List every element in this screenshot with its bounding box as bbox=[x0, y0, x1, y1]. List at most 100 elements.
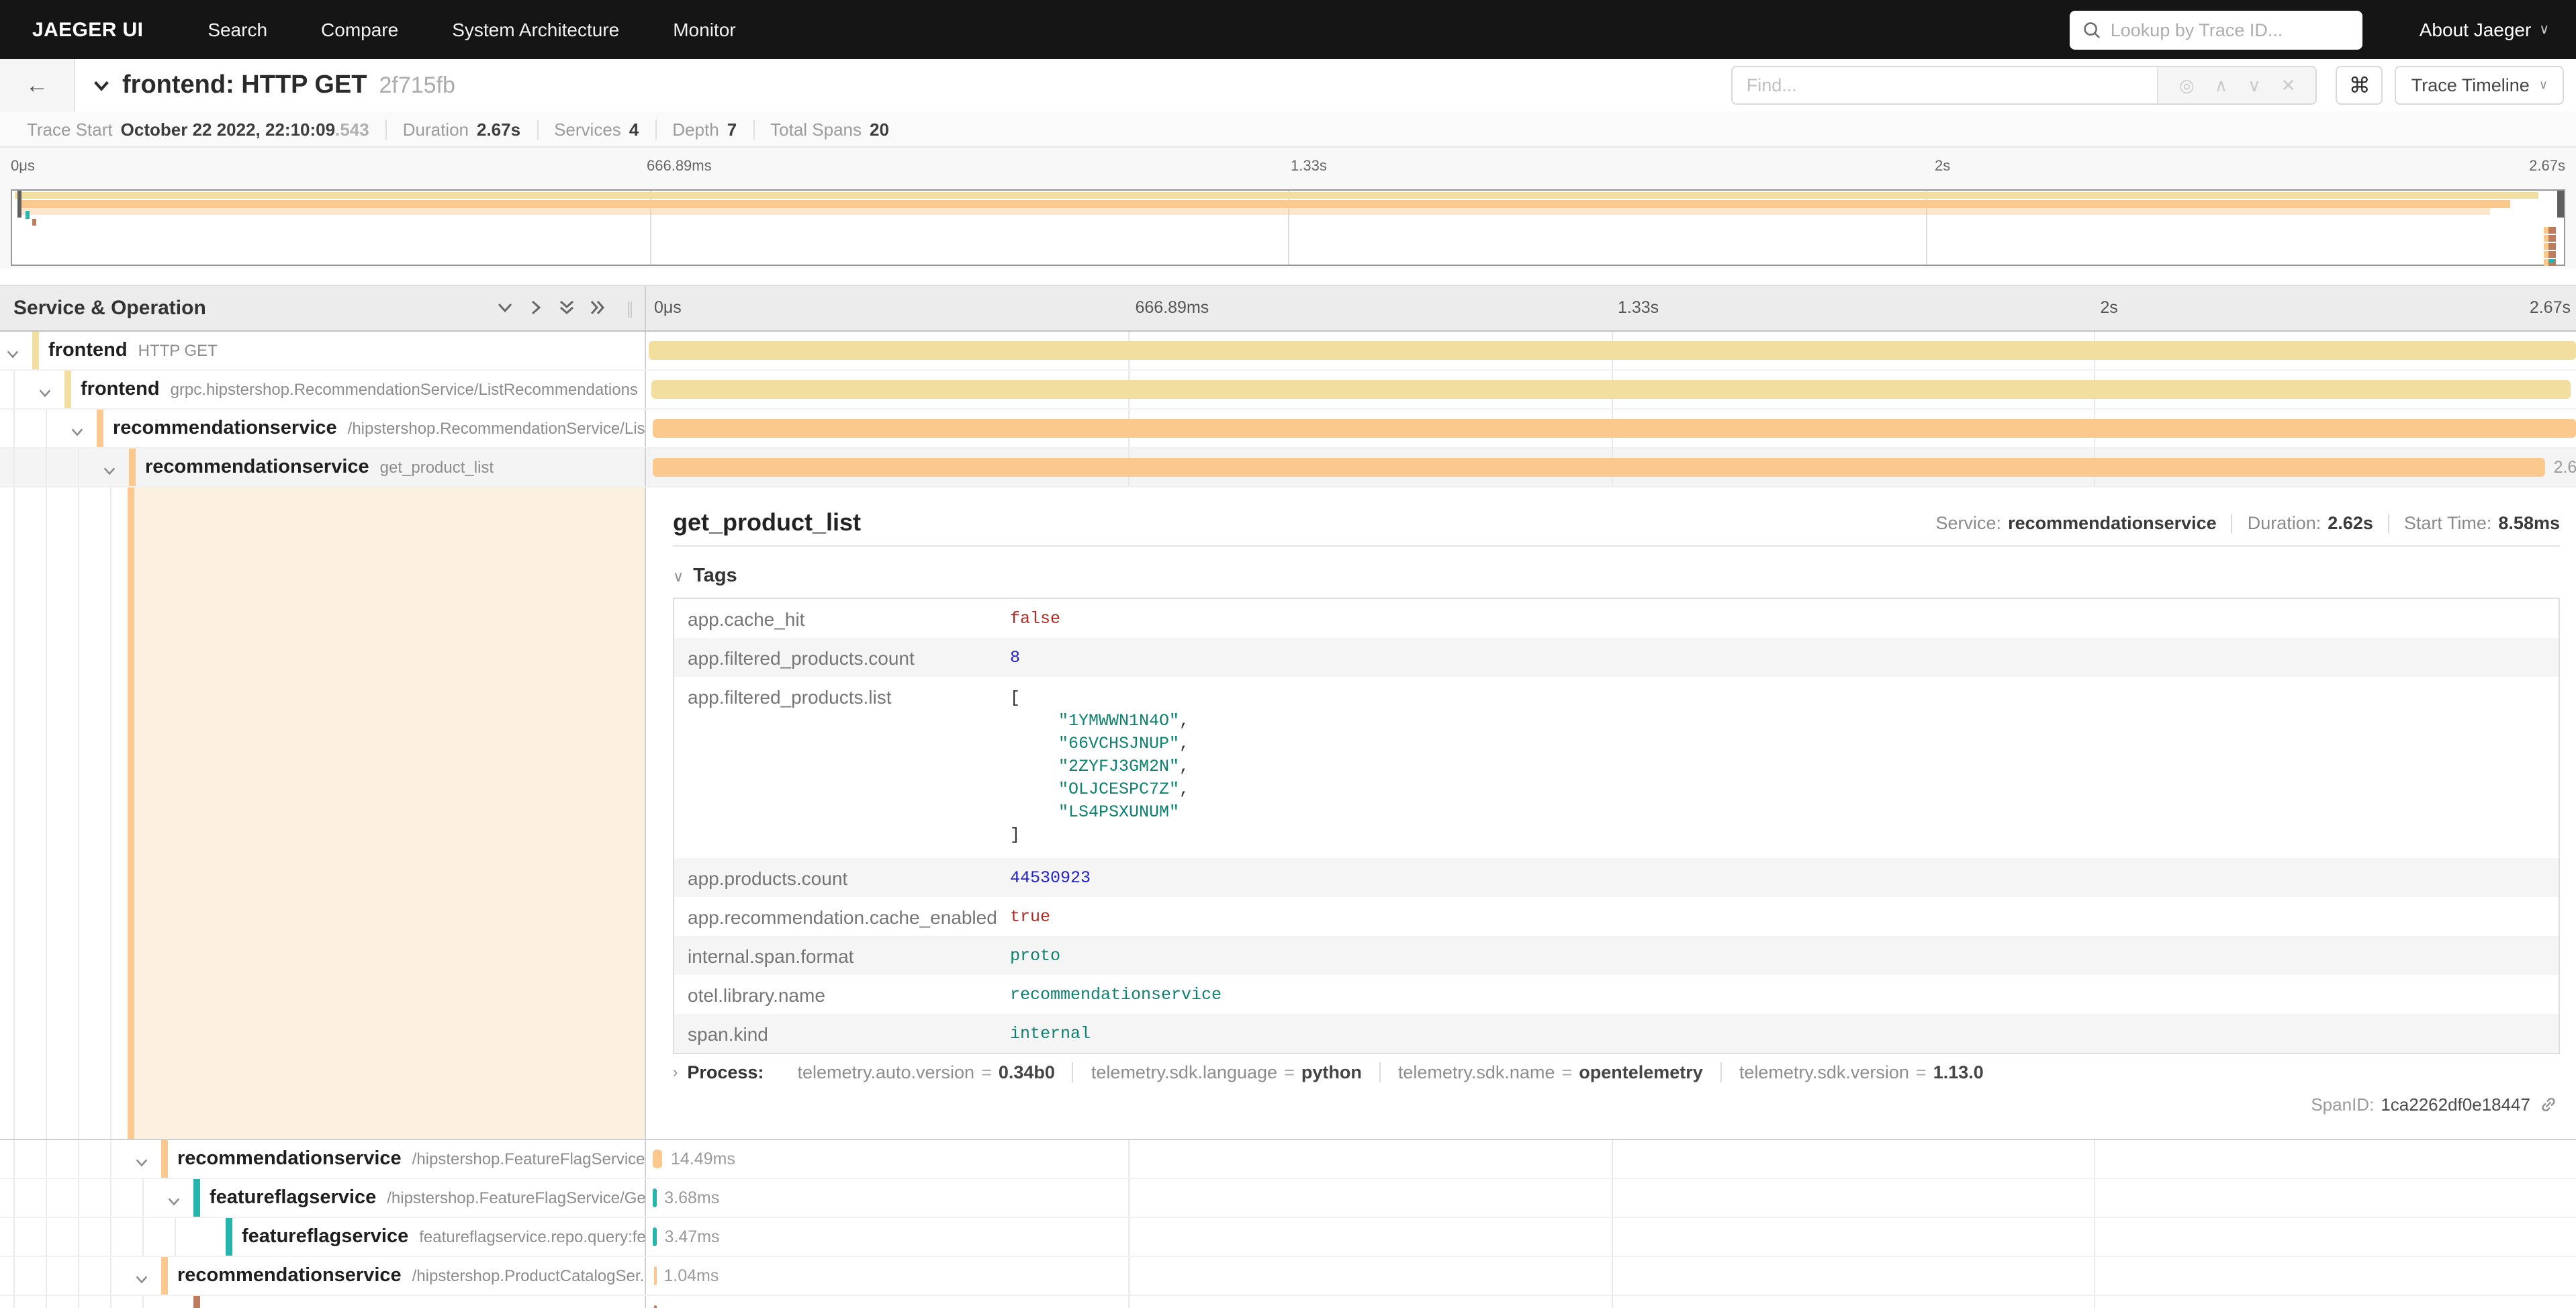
minimap-span-mark bbox=[26, 211, 30, 219]
command-icon: ⌘ bbox=[2349, 72, 2371, 99]
process-tag[interactable]: telemetry.sdk.version=1.13.0 bbox=[1722, 1062, 2001, 1082]
span-duration-bar[interactable] bbox=[652, 380, 2571, 399]
tag-row[interactable]: app.filtered_products.count8 bbox=[674, 638, 2559, 677]
span-row[interactable] bbox=[0, 1296, 2576, 1308]
collapse-deep-icon[interactable] bbox=[557, 298, 576, 317]
timeline-gridline bbox=[2094, 1140, 2095, 1178]
chevron-up-icon[interactable]: ∧ bbox=[2215, 75, 2227, 96]
span-name[interactable]: frontendHTTP GET bbox=[48, 332, 218, 369]
nav-item-compare[interactable]: Compare bbox=[321, 19, 398, 40]
nav-item-search[interactable]: Search bbox=[208, 19, 267, 40]
span-row[interactable]: recommendationservice/hipstershop.Produc… bbox=[0, 1257, 2576, 1296]
chevron-down-icon: ∨ bbox=[673, 569, 684, 586]
span-duration-bar[interactable] bbox=[652, 419, 2576, 438]
timeline-gridline bbox=[1129, 1140, 1130, 1178]
link-icon[interactable] bbox=[2540, 1096, 2557, 1113]
collapse-all-icon[interactable] bbox=[496, 298, 514, 317]
nav-item-system-architecture[interactable]: System Architecture bbox=[452, 19, 619, 40]
span-duration-bar[interactable] bbox=[653, 1227, 657, 1246]
arrow-left-icon: ← bbox=[26, 72, 48, 99]
span-duration-bar[interactable] bbox=[649, 341, 2576, 360]
span-name[interactable]: frontendgrpc.hipstershop.RecommendationS… bbox=[81, 371, 638, 408]
span-toggle-chevron[interactable] bbox=[102, 461, 117, 485]
process-label[interactable]: Process: bbox=[687, 1062, 764, 1082]
span-toggle-chevron[interactable] bbox=[70, 422, 85, 446]
span-row[interactable]: frontendHTTP GET bbox=[0, 332, 2576, 371]
service-name: frontend bbox=[81, 379, 160, 400]
span-row[interactable]: recommendationserviceget_product_list2.6… bbox=[0, 449, 2576, 487]
process-tag[interactable]: telemetry.auto.version=0.34b0 bbox=[780, 1062, 1073, 1082]
chevron-right-icon[interactable]: › bbox=[673, 1064, 678, 1080]
tag-row[interactable]: app.recommendation.cache_enabledtrue bbox=[674, 897, 2559, 936]
minimap-canvas[interactable] bbox=[11, 189, 2565, 266]
minimap-left-handle[interactable] bbox=[17, 191, 21, 218]
span-row[interactable]: featureflagservicefeatureflagservice.rep… bbox=[0, 1218, 2576, 1257]
about-jaeger-label: About Jaeger bbox=[2420, 19, 2532, 40]
keyboard-shortcuts-button[interactable]: ⌘ bbox=[2336, 66, 2383, 105]
tag-value: 8 bbox=[1010, 638, 1020, 667]
service-name: featureflagservice bbox=[242, 1226, 408, 1248]
operation-name: HTTP GET bbox=[138, 341, 218, 360]
span-name[interactable]: featureflagservicefeatureflagservice.rep… bbox=[242, 1218, 646, 1256]
tags-section-toggle[interactable]: ∨Tags bbox=[673, 565, 737, 587]
tag-value: proto bbox=[1010, 936, 1060, 966]
clear-icon[interactable]: ✕ bbox=[2281, 75, 2296, 96]
span-toggle-chevron[interactable] bbox=[38, 383, 52, 407]
trace-view-selector[interactable]: Trace Timeline ∨ bbox=[2395, 66, 2564, 105]
minimap-right-handle[interactable] bbox=[2557, 191, 2564, 218]
span-row[interactable]: recommendationservice/hipstershop.Recomm… bbox=[0, 410, 2576, 449]
operation-name: /hipstershop.FeatureFlagService... bbox=[412, 1150, 646, 1168]
span-row[interactable]: featureflagservice/hipstershop.FeatureFl… bbox=[0, 1179, 2576, 1218]
locate-icon[interactable]: ◎ bbox=[2179, 75, 2195, 96]
top-nav: JAEGER UI Search Compare System Architec… bbox=[0, 0, 2576, 59]
indent-guide bbox=[78, 1179, 79, 1217]
expand-one-icon[interactable] bbox=[526, 298, 545, 317]
find-input[interactable] bbox=[1733, 67, 2158, 103]
span-detail-highlight[interactable] bbox=[134, 487, 645, 1139]
chevron-down-icon[interactable]: ∨ bbox=[2248, 75, 2260, 96]
tag-row[interactable]: otel.library.namerecommendationservice bbox=[674, 975, 2559, 1014]
collapse-trace-chevron[interactable] bbox=[91, 75, 111, 95]
tag-row[interactable]: internal.span.formatproto bbox=[674, 936, 2559, 975]
expand-all-icon[interactable] bbox=[588, 298, 607, 317]
span-duration-bar[interactable] bbox=[652, 1150, 663, 1168]
minimap-tick: 0μs bbox=[11, 158, 35, 175]
timeline-gridline bbox=[1611, 1257, 1612, 1295]
tag-row[interactable]: app.products.count44530923 bbox=[674, 858, 2559, 897]
span-name[interactable]: recommendationservice/hipstershop.Featur… bbox=[177, 1140, 646, 1178]
span-toggle-chevron[interactable] bbox=[134, 1269, 149, 1293]
span-duration-bar[interactable] bbox=[652, 458, 2545, 477]
tag-row[interactable]: app.cache_hitfalse bbox=[674, 599, 2559, 638]
column-resizer-handle[interactable]: ∥ bbox=[626, 299, 634, 318]
summary-trace-start: Trace Start October 22 2022, 22:10:09.54… bbox=[11, 119, 387, 139]
service-color-bar bbox=[193, 1179, 200, 1217]
about-jaeger-menu[interactable]: About Jaeger ∨ bbox=[2420, 19, 2549, 40]
tag-key: otel.library.name bbox=[674, 975, 1010, 1006]
service-operation-title: Service & Operation bbox=[13, 297, 206, 320]
span-duration-bar[interactable] bbox=[653, 1266, 656, 1285]
nav-item-monitor[interactable]: Monitor bbox=[673, 19, 735, 40]
process-tag[interactable]: telemetry.sdk.name=opentelemetry bbox=[1381, 1062, 1722, 1082]
span-toggle-chevron[interactable] bbox=[5, 344, 20, 368]
span-name[interactable]: featureflagservice/hipstershop.FeatureFl… bbox=[210, 1179, 646, 1217]
span-name[interactable]: recommendationservice/hipstershop.Recomm… bbox=[113, 410, 646, 447]
trace-lookup-input[interactable]: Lookup by Trace ID... bbox=[2070, 10, 2363, 49]
back-button[interactable]: ← bbox=[0, 59, 75, 111]
trace-start-label: Trace Start bbox=[27, 119, 113, 139]
jaeger-trace-page: JAEGER UI Search Compare System Architec… bbox=[0, 0, 2576, 1308]
tags-table: app.cache_hitfalseapp.filtered_products.… bbox=[673, 598, 2560, 1054]
app-logo[interactable]: JAEGER UI bbox=[32, 18, 143, 41]
span-name[interactable]: recommendationservice/hipstershop.Produc… bbox=[177, 1257, 646, 1295]
span-toggle-chevron[interactable] bbox=[134, 1152, 149, 1176]
tag-row[interactable]: app.filtered_products.list["1YMWWN1N4O",… bbox=[674, 677, 2559, 858]
span-toggle-chevron[interactable] bbox=[167, 1191, 181, 1215]
span-detail-header: get_product_list Service:recommendations… bbox=[673, 501, 2560, 547]
service-color-bar bbox=[161, 1257, 168, 1295]
span-duration-bar[interactable] bbox=[653, 1305, 656, 1308]
span-row[interactable]: recommendationservice/hipstershop.Featur… bbox=[0, 1140, 2576, 1179]
process-tag[interactable]: telemetry.sdk.language=python bbox=[1074, 1062, 1381, 1082]
tag-row[interactable]: span.kindinternal bbox=[674, 1014, 2559, 1053]
span-row[interactable]: frontendgrpc.hipstershop.RecommendationS… bbox=[0, 371, 2576, 410]
span-duration-bar[interactable] bbox=[653, 1188, 656, 1207]
span-name[interactable]: recommendationserviceget_product_list bbox=[145, 449, 494, 486]
